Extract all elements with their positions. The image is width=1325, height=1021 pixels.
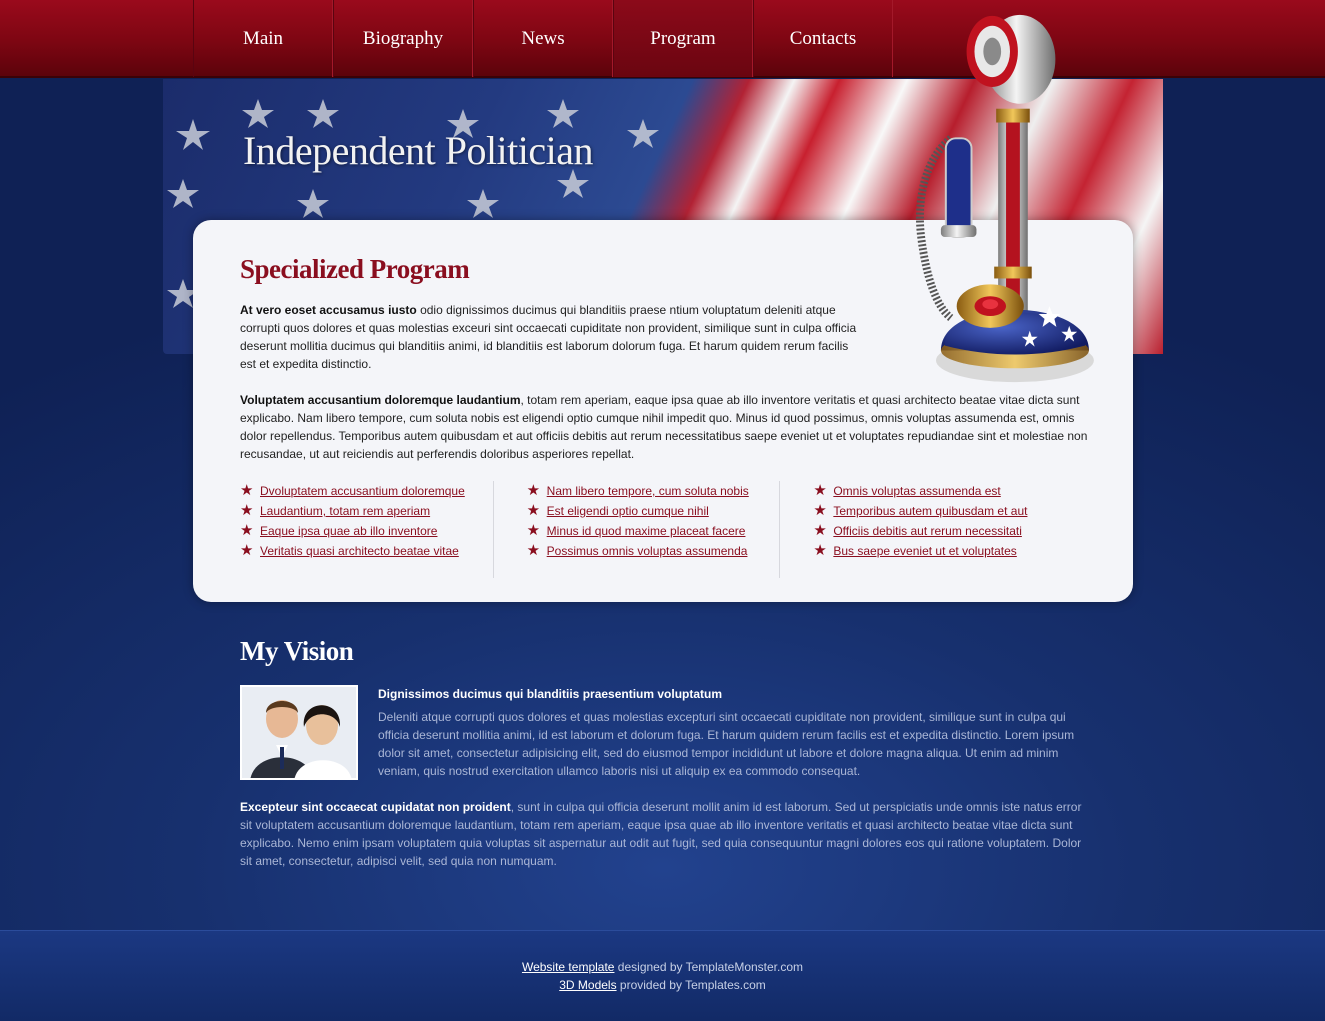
star-icon: ★ bbox=[240, 542, 254, 559]
link-list-column-3: ★ Omnis voluptas assumenda est ★ Temporibu… bbox=[779, 481, 1100, 581]
list-item: ★ Omnis voluptas assumenda est bbox=[813, 481, 1100, 501]
footer-credit-2-text: provided by Templates.com bbox=[616, 978, 766, 992]
nav-program[interactable]: Program bbox=[613, 0, 753, 77]
nav-biography[interactable]: Biography bbox=[333, 0, 473, 77]
star-icon: ★ bbox=[526, 502, 541, 519]
column-divider bbox=[492, 481, 494, 578]
program-link[interactable]: Possimus omnis voluptas assumenda bbox=[547, 544, 748, 558]
star-icon: ★ bbox=[526, 542, 541, 559]
star-icon: ★ bbox=[813, 542, 827, 559]
list-item: ★ Est eligendi optio cumque nihil bbox=[527, 501, 814, 521]
program-link[interactable]: Eaque ipsa quae ab illo inventore bbox=[260, 524, 437, 538]
main-nav: Main Biography News Program Contacts bbox=[193, 0, 893, 77]
nav-main[interactable]: Main bbox=[193, 0, 333, 77]
vision-paragraph-2-lead: Excepteur sint occaecat cupidatat non pr… bbox=[240, 800, 511, 814]
program-link[interactable]: Temporibus autem quibusdam et aut bbox=[833, 504, 1027, 518]
program-title: Specialized Program bbox=[240, 254, 470, 284]
footer-credit-1-text: designed by TemplateMonster.com bbox=[614, 960, 804, 974]
program-link[interactable]: Veritatis quasi architecto beatae vitae bbox=[260, 544, 459, 558]
program-paragraph-2-lead: Voluptatem accusantium doloremque laudan… bbox=[240, 393, 521, 407]
site-title: Independent Politician bbox=[243, 128, 594, 173]
people-photo-icon bbox=[242, 687, 356, 778]
program-link[interactable]: Minus id quod maxime placeat facere bbox=[547, 524, 746, 538]
star-icon: ★ bbox=[526, 482, 541, 499]
program-link[interactable]: Bus saepe eveniet ut et voluptates bbox=[833, 544, 1016, 558]
list-item: ★ Laudantium, totam rem aperiam bbox=[240, 501, 527, 521]
link-list-column-2: ★ Nam libero tempore, cum soluta nobis ★ E… bbox=[492, 481, 814, 581]
candlestick-phone-icon bbox=[915, 14, 1094, 383]
3d-models-link[interactable]: 3D Models bbox=[559, 978, 616, 992]
star-icon: ★ bbox=[813, 502, 827, 519]
footer-credit-2: 3D Models provided by Templates.com bbox=[0, 978, 1325, 992]
program-link[interactable]: Dvoluptatem accusantium doloremque bbox=[260, 484, 465, 498]
footer-credit-1: Website template designed by TemplateMon… bbox=[0, 960, 1325, 974]
list-item: ★ Possimus omnis voluptas assumenda bbox=[527, 541, 814, 561]
list-item: ★ Minus id quod maxime placeat facere bbox=[527, 521, 814, 541]
program-paragraph-1-lead: At vero eoset accusamus iusto bbox=[240, 303, 417, 317]
program-link[interactable]: Nam libero tempore, cum soluta nobis bbox=[547, 484, 749, 498]
list-item: ★ Nam libero tempore, cum soluta nobis bbox=[527, 481, 814, 501]
program-link[interactable]: Est eligendi optio cumque nihil bbox=[547, 504, 709, 518]
link-list-column-1: ★ Dvoluptatem accusantium doloremque ★ Lau… bbox=[240, 481, 527, 581]
star-icon: ★ bbox=[813, 482, 827, 499]
list-item: ★ Bus saepe eveniet ut et voluptates bbox=[813, 541, 1100, 561]
list-item: ★ Dvoluptatem accusantium doloremque bbox=[240, 481, 527, 501]
nav-contacts[interactable]: Contacts bbox=[753, 0, 893, 77]
nav-news[interactable]: News bbox=[473, 0, 613, 77]
program-paragraph-1: At vero eoset accusamus iusto odio digni… bbox=[240, 301, 860, 373]
program-link[interactable]: Omnis voluptas assumenda est bbox=[833, 484, 1000, 498]
star-icon: ★ bbox=[813, 522, 827, 539]
list-item: ★ Officiis debitis aut rerum necessitati bbox=[813, 521, 1100, 541]
star-icon: ★ bbox=[526, 522, 541, 539]
footer: Website template designed by TemplateMon… bbox=[0, 930, 1325, 1021]
vision-title: My Vision bbox=[240, 636, 354, 666]
list-item: ★ Eaque ipsa quae ab illo inventore bbox=[240, 521, 527, 541]
star-icon: ★ bbox=[240, 482, 254, 499]
list-item: ★ Veritatis quasi architecto beatae vitae bbox=[240, 541, 527, 561]
list-item: ★ Temporibus autem quibusdam et aut bbox=[813, 501, 1100, 521]
program-link-lists: ★ Dvoluptatem accusantium doloremque ★ Lau… bbox=[240, 481, 1100, 581]
program-link[interactable]: Laudantium, totam rem aperiam bbox=[260, 504, 430, 518]
website-template-link[interactable]: Website template bbox=[522, 960, 615, 974]
program-link[interactable]: Officiis debitis aut rerum necessitati bbox=[833, 524, 1022, 538]
vision-paragraph-2: Excepteur sint occaecat cupidatat non pr… bbox=[240, 798, 1085, 870]
star-icon: ★ bbox=[240, 522, 254, 539]
vision-paragraph-1: Deleniti atque corrupti quos dolores et … bbox=[378, 710, 1075, 778]
vision-photo bbox=[240, 685, 358, 780]
star-icon: ★ bbox=[240, 502, 254, 519]
program-paragraph-2: Voluptatem accusantium doloremque laudan… bbox=[240, 391, 1095, 463]
vision-heading: Dignissimos ducimus qui blanditiis praes… bbox=[378, 687, 723, 701]
column-divider bbox=[779, 481, 781, 578]
